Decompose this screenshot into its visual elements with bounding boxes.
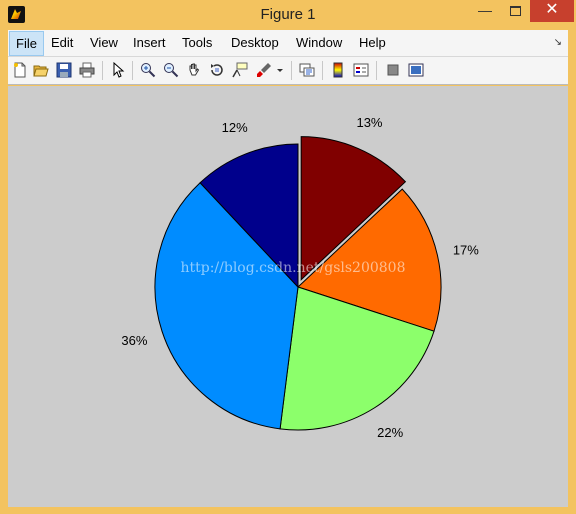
figure-canvas[interactable]: 13% 17% 22% 36% 12% http://blog.csdn.net/gsl… — [8, 86, 568, 507]
close-icon: ✕ — [545, 1, 559, 18]
pie-slice-label: 13% — [356, 115, 382, 130]
brush-icon[interactable] — [256, 62, 272, 78]
legend-icon[interactable] — [353, 62, 369, 78]
print-icon[interactable] — [79, 62, 95, 78]
rotate-3d-icon[interactable] — [209, 62, 225, 78]
show-plot-tools-icon[interactable] — [408, 62, 424, 78]
menu-tools[interactable]: Tools — [182, 35, 212, 50]
menu-desktop[interactable]: Desktop — [231, 35, 279, 50]
menu-help-label: Help — [359, 35, 386, 50]
window-bottom-border — [0, 507, 576, 514]
data-cursor-icon[interactable] — [232, 62, 248, 78]
menu-tools-label: Tools — [182, 35, 213, 50]
menu-file-label: File — [16, 36, 37, 51]
maximize-button[interactable] — [501, 0, 529, 22]
toolbar-separator — [376, 61, 377, 80]
menu-help[interactable]: Help — [359, 35, 386, 50]
minimize-icon: — — [478, 2, 492, 18]
maximize-icon — [509, 6, 521, 16]
minimize-button[interactable]: — — [470, 0, 500, 22]
menu-desktop-label: Desktop — [231, 35, 279, 50]
hide-plot-tools-icon[interactable] — [385, 62, 401, 78]
menu-insert[interactable]: Insert — [133, 35, 166, 50]
brush-dropdown-icon[interactable] — [275, 62, 285, 78]
pie-slice-label: 17% — [453, 242, 479, 257]
close-button[interactable]: ✕ — [530, 0, 574, 22]
pie-slice-label: 12% — [222, 120, 248, 135]
toolbar-separator — [291, 61, 292, 80]
title-bar[interactable]: Figure 1 — ✕ — [0, 0, 576, 30]
pan-hand-icon[interactable] — [186, 62, 202, 78]
zoom-in-icon[interactable] — [140, 62, 156, 78]
pie-slice-label: 36% — [121, 333, 147, 348]
menu-file[interactable]: File — [9, 31, 44, 56]
pie-chart[interactable]: 13% 17% 22% 36% 12% http://blog.csdn.net/gsl… — [8, 86, 568, 507]
menu-view-label: View — [90, 35, 118, 50]
menu-edit[interactable]: Edit — [51, 35, 73, 50]
menu-bar: File Edit View Insert Tools Desktop Wind… — [8, 30, 568, 57]
figure-toolbar — [8, 57, 568, 85]
watermark-text: http://blog.csdn.net/gsls200808 — [180, 260, 405, 276]
menu-window[interactable]: Window — [296, 35, 342, 50]
menu-view[interactable]: View — [90, 35, 118, 50]
menu-insert-label: Insert — [133, 35, 166, 50]
save-icon[interactable] — [56, 62, 72, 78]
menu-window-label: Window — [296, 35, 343, 50]
colorbar-icon[interactable] — [330, 62, 346, 78]
menu-edit-label: Edit — [51, 35, 74, 50]
pie-slice-label: 22% — [377, 425, 403, 440]
menu-restore-icon[interactable]: ↘ — [554, 37, 562, 48]
toolbar-separator — [322, 61, 323, 80]
open-file-icon[interactable] — [33, 62, 49, 78]
toolbar-separator — [102, 61, 103, 80]
edit-plot-arrow-icon[interactable] — [110, 62, 126, 78]
figure-window: Figure 1 — ✕ File Edit View Insert Tools… — [0, 0, 576, 514]
link-plot-icon[interactable] — [299, 62, 315, 78]
new-figure-icon[interactable] — [12, 62, 28, 78]
toolbar-separator — [132, 61, 133, 80]
zoom-out-icon[interactable] — [163, 62, 179, 78]
